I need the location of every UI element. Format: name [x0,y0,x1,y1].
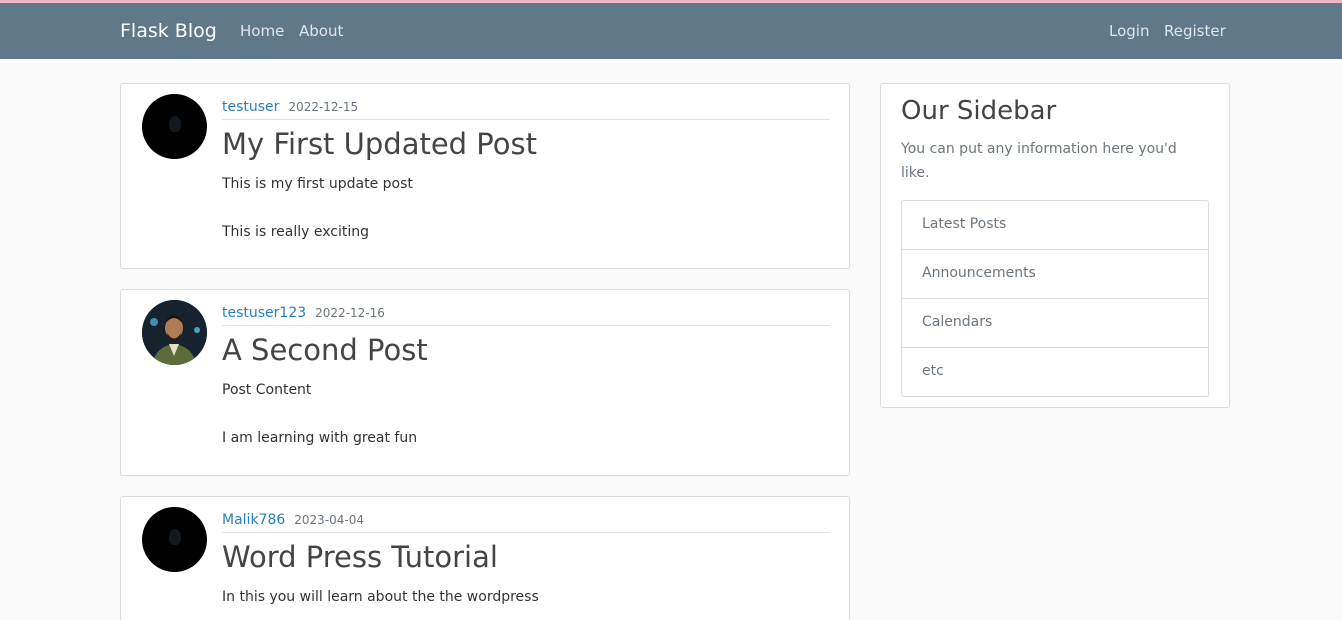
nav-login-link[interactable]: Login [1109,22,1149,40]
post-content-line: In this you will learn about the the wor… [222,589,539,605]
person-photo-icon [142,300,207,365]
post-content: This is my first update post This is rea… [222,172,822,244]
nav-home-link[interactable]: Home [240,22,284,40]
post-author-link[interactable]: testuser [222,99,279,115]
post-meta: testuser123 2022-12-16 [222,302,830,326]
nav-about-link[interactable]: About [299,22,343,40]
post-content: Post Content I am learning with great fu… [222,378,822,450]
nav-register-link[interactable]: Register [1164,22,1226,40]
post-date: 2022-12-15 [288,100,359,114]
post-content-line: This is my first update post [222,176,413,192]
post-meta: Malik786 2023-04-04 [222,509,830,533]
sidebar-item-announcements[interactable]: Announcements [902,250,1208,299]
post-meta: testuser 2022-12-15 [222,96,830,120]
post-content-line: This is really exciting [222,224,369,240]
sidebar: Our Sidebar You can put any information … [880,83,1230,408]
post-title-link[interactable]: My First Updated Post [222,127,537,161]
post-date: 2022-12-16 [315,306,385,320]
post-content: In this you will learn about the the wor… [222,585,822,609]
post-card: testuser123 2022-12-16 A Second Post Post… [120,289,850,476]
post-content-line: I am learning with great fun [222,430,418,446]
brand-link[interactable]: Flask Blog [120,20,217,42]
post-date: 2023-04-04 [294,513,365,527]
sidebar-text: You can put any information here you'd l… [901,141,1177,181]
sidebar-item-latest-posts[interactable]: Latest Posts [902,201,1208,250]
post-card: Malik786 2023-04-04 Word Press Tutorial I… [120,496,850,620]
sidebar-item-etc[interactable]: etc [902,348,1208,396]
avatar [142,300,207,365]
post-content-line: Post Content [222,382,312,398]
post-title-link[interactable]: A Second Post [222,333,428,367]
navbar: Flask Blog Home About Login Register [0,3,1342,59]
sidebar-title: Our Sidebar [901,96,1057,126]
avatar [142,507,207,572]
post-author-link[interactable]: Malik786 [222,512,285,528]
post-card: testuser 2022-12-15 My First Updated Post… [120,83,850,269]
sidebar-list: Latest Posts Announcements Calendars etc [901,200,1209,397]
avatar [142,94,207,159]
post-title-link[interactable]: Word Press Tutorial [222,540,498,574]
post-author-link[interactable]: testuser123 [222,305,306,321]
sidebar-item-calendars[interactable]: Calendars [902,299,1208,348]
